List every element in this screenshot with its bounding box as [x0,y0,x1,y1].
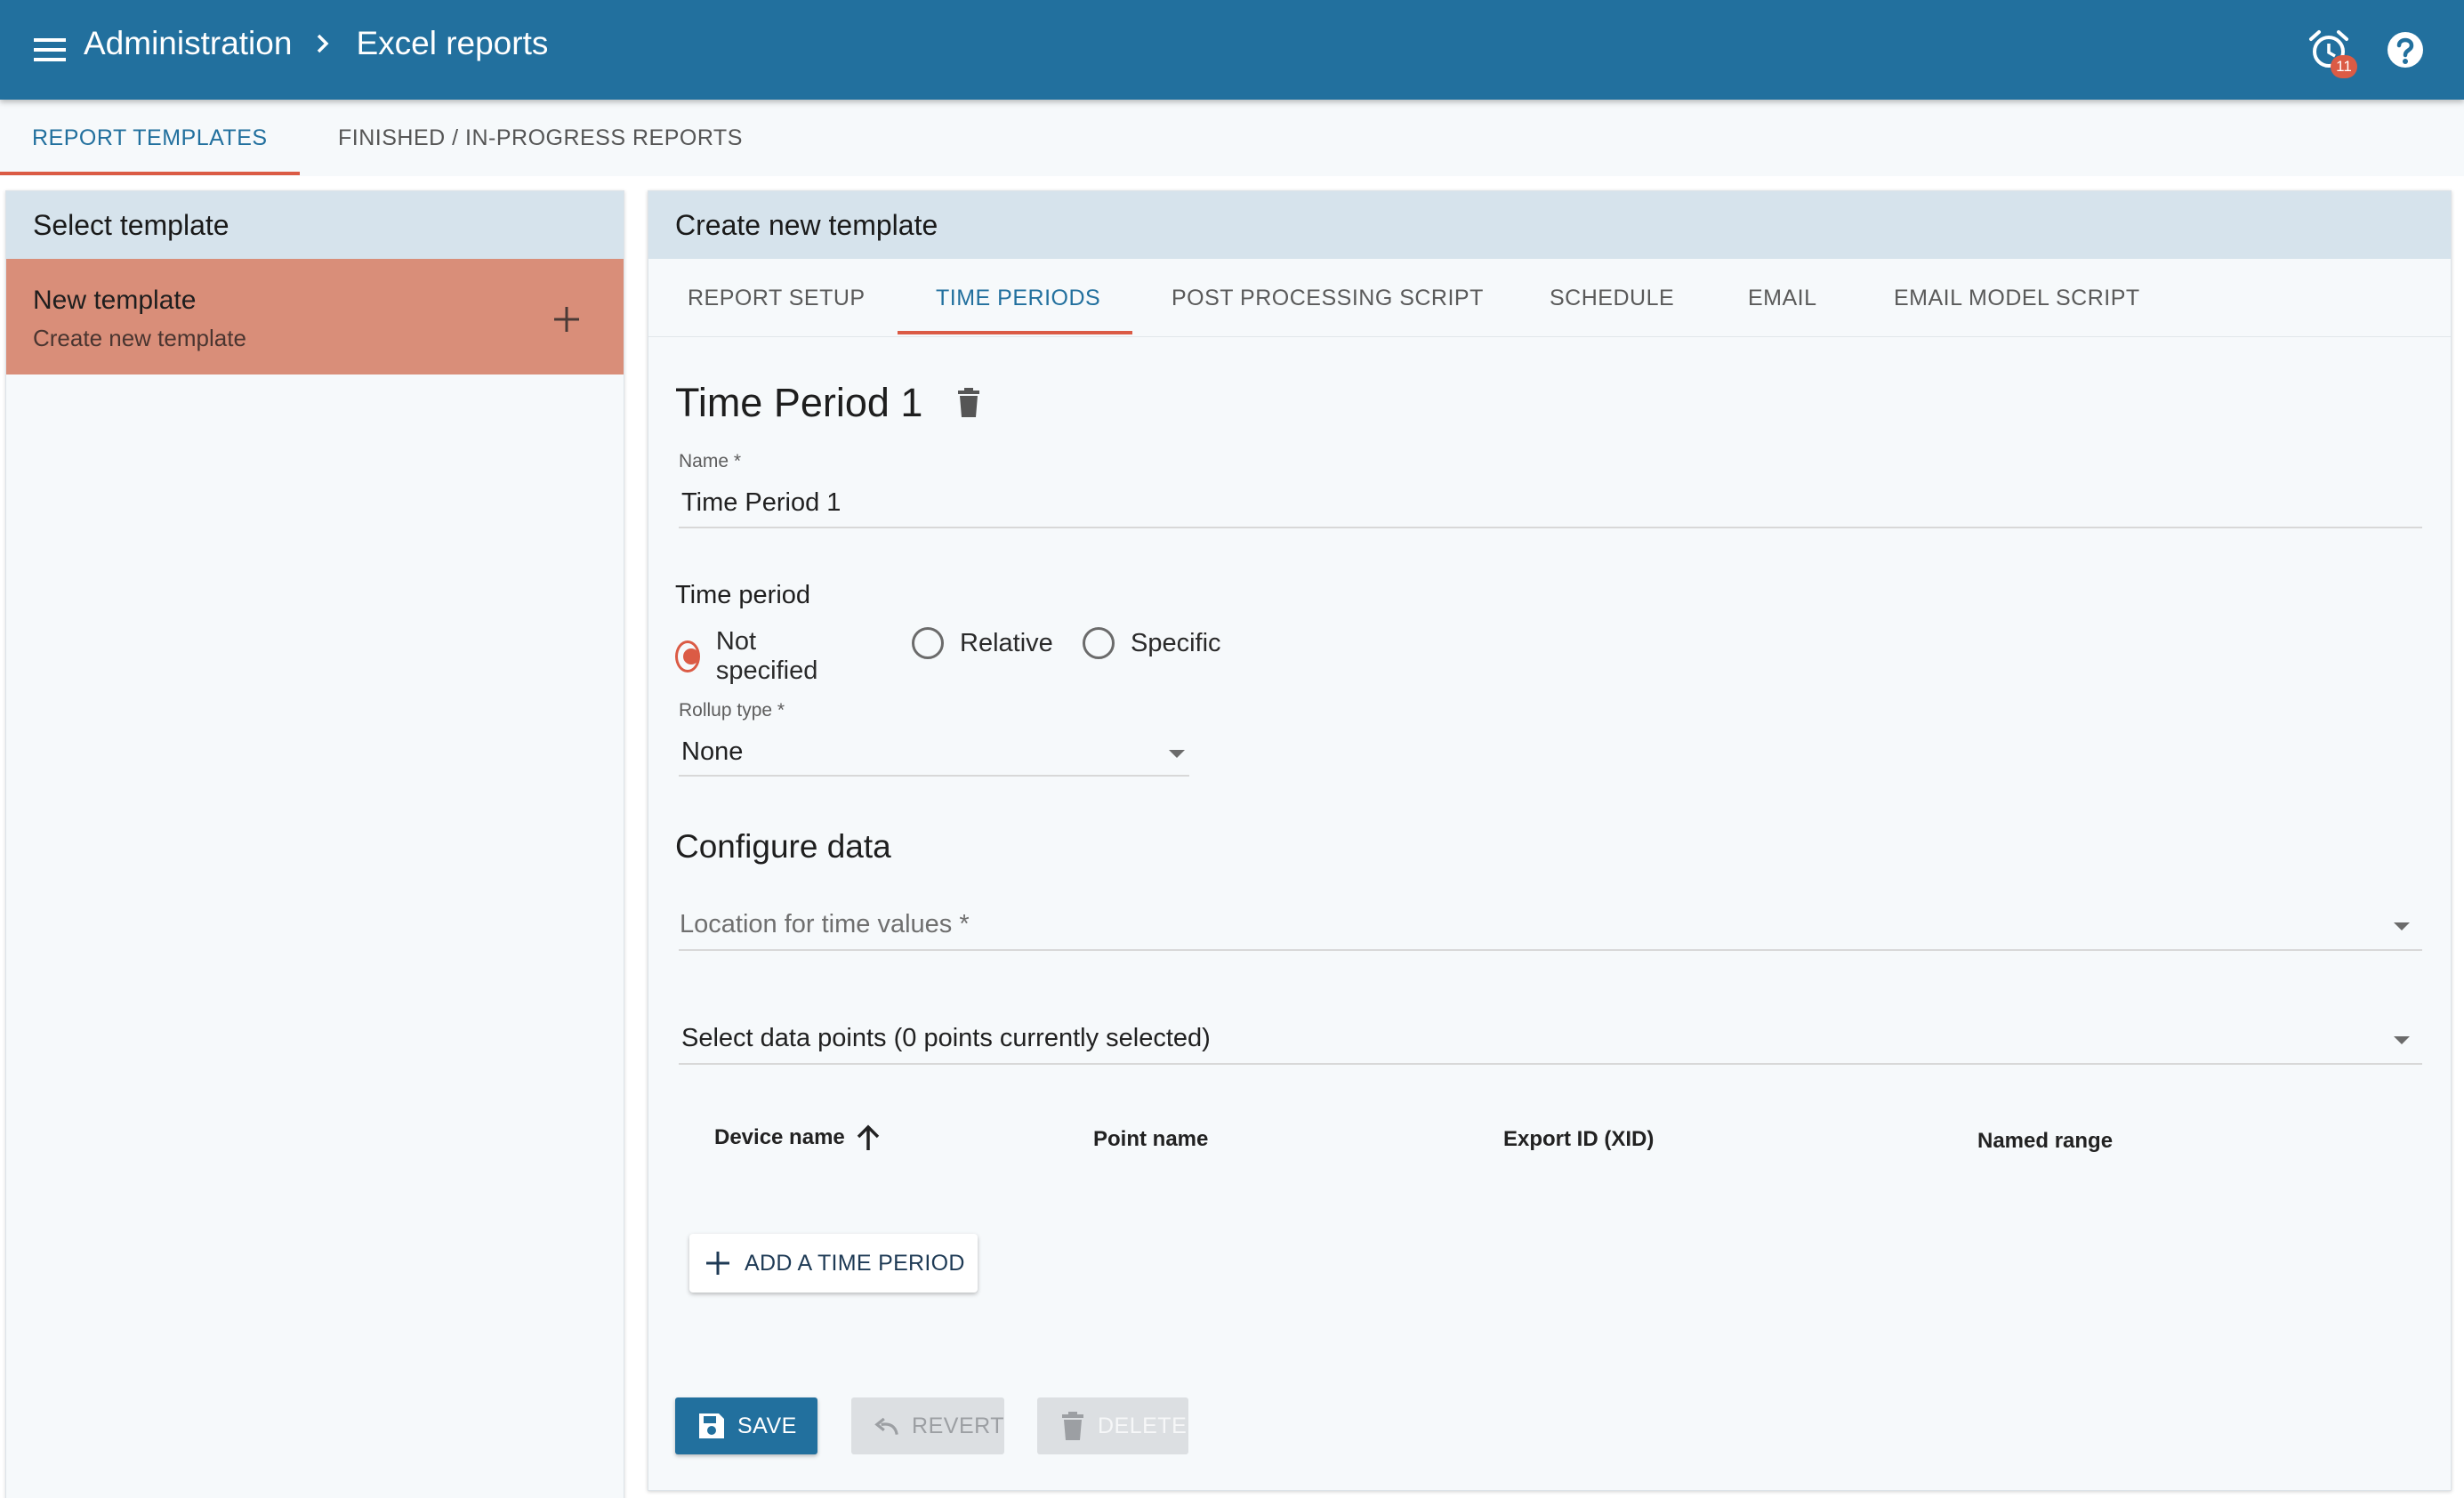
time-period-heading: Time Period 1 [675,380,923,425]
tab-post-processing-script[interactable]: POST PROCESSING SCRIPT [1172,259,1484,337]
location-select-underline [679,949,2422,951]
chevron-down-icon[interactable] [2394,1036,2410,1044]
name-field[interactable]: Time Period 1 [681,488,841,518]
tab-time-periods[interactable]: TIME PERIODS [936,259,1100,337]
menu-icon[interactable] [30,30,69,69]
rollup-type-select[interactable]: None [681,737,743,767]
new-template-subtitle: Create new template [33,325,246,351]
name-field-underline [679,527,2422,528]
delete-label: DELETE [1098,1413,1188,1438]
tab-finished-reports[interactable]: FINISHED / IN-PROGRESS REPORTS [338,100,743,176]
save-label: SAVE [737,1413,797,1438]
location-time-values-select[interactable]: Location for time values * [680,910,970,939]
delete-button[interactable]: DELETE [1037,1397,1188,1454]
column-export-id[interactable]: Export ID (XID) [1503,1127,1654,1152]
template-list-title: Select template [6,191,624,259]
column-device-name-label: Device name [714,1125,845,1149]
radio-specific[interactable]: Specific [1083,627,1221,659]
new-template-title: New template [33,286,197,315]
radio-checked-icon [675,640,700,672]
column-point-name[interactable]: Point name [1093,1127,1208,1152]
chevron-right-icon [313,30,333,57]
trash-icon[interactable] [951,385,986,421]
undo-icon [874,1417,898,1435]
breadcrumb: Administration Excel reports [84,25,548,62]
tab-report-templates[interactable]: REPORT TEMPLATES [32,100,268,176]
main-tab-bar: REPORT TEMPLATES FINISHED / IN-PROGRESS … [0,100,2464,176]
name-field-label: Name * [679,451,742,471]
rollup-type-label: Rollup type * [679,700,785,721]
data-points-select[interactable]: Select data points (0 points currently s… [681,1024,1211,1053]
trash-icon [1062,1412,1083,1440]
configure-data-heading: Configure data [675,828,891,865]
tab-report-setup[interactable]: REPORT SETUP [688,259,866,337]
column-named-range[interactable]: Named range [1977,1129,2113,1154]
plus-icon[interactable] [551,303,583,335]
time-period-section-label: Time period [675,581,811,609]
save-button[interactable]: SAVE [675,1397,817,1454]
add-time-period-label: ADD A TIME PERIOD [745,1250,965,1276]
rollup-type-underline [679,775,1189,777]
new-template-item[interactable]: New template Create new template [6,259,624,374]
tab-schedule[interactable]: SCHEDULE [1550,259,1674,337]
app-bar: Administration Excel reports 11 [0,0,2464,100]
alert-count-badge: 11 [2331,55,2357,78]
radio-not-specified[interactable]: Not specified [675,627,825,686]
revert-button[interactable]: REVERT [851,1397,1004,1454]
radio-unchecked-icon [1083,627,1115,659]
save-icon [699,1413,724,1438]
chevron-down-icon[interactable] [2394,922,2410,930]
revert-label: REVERT [912,1413,1004,1438]
breadcrumb-root[interactable]: Administration [84,25,292,62]
plus-icon [706,1252,729,1275]
editor-tab-bar: REPORT SETUP TIME PERIODS POST PROCESSIN… [648,259,2451,337]
add-time-period-button[interactable]: ADD A TIME PERIOD [689,1234,978,1293]
active-tab-indicator [0,172,300,175]
tab-email-model-script[interactable]: EMAIL MODEL SCRIPT [1894,259,2140,337]
radio-not-specified-label: Not specified [715,627,818,685]
editor-title: Create new template [648,191,2451,259]
column-device-name[interactable]: Device name [714,1122,884,1154]
data-points-underline [679,1063,2422,1065]
help-icon[interactable] [2380,25,2430,75]
radio-relative[interactable]: Relative [912,627,1053,659]
template-editor-panel: Create new template REPORT SETUP TIME PE… [648,190,2452,1491]
active-subtab-indicator [898,331,1132,334]
chevron-down-icon[interactable] [1169,750,1185,758]
radio-specific-label: Specific [1131,628,1221,657]
radio-relative-label: Relative [960,628,1053,657]
template-list-panel: Select template New template Create new … [5,190,624,1498]
radio-unchecked-icon [912,627,944,659]
tab-email[interactable]: EMAIL [1748,259,1817,337]
arrow-up-icon [857,1124,880,1150]
breadcrumb-current: Excel reports [356,25,549,61]
